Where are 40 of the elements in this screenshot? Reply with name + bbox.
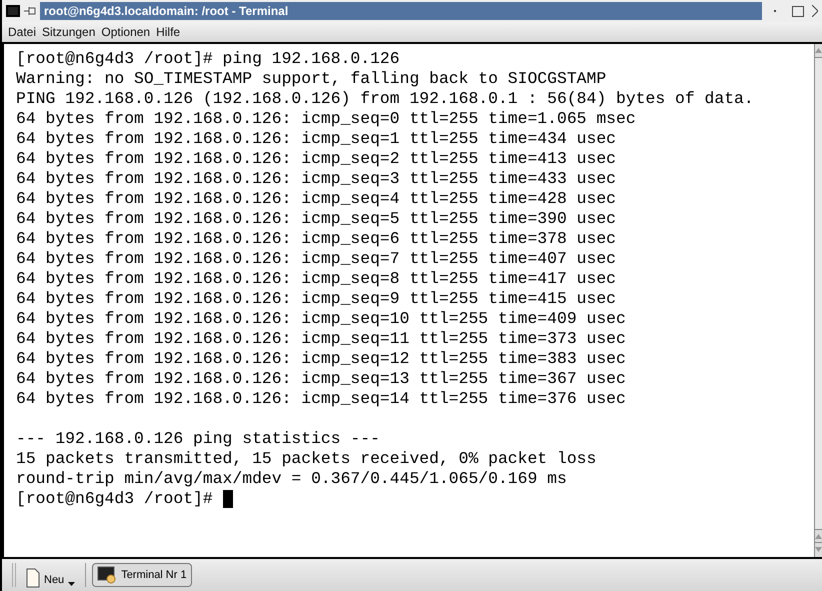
terminal-line: 64 bytes from 192.168.0.126: icmp_seq=14 ttl=255 time=376 usec <box>16 389 626 409</box>
dropdown-arrow-icon <box>68 582 76 586</box>
terminal-line: 64 bytes from 192.168.0.126: icmp_seq=5 ttl=255 time=390 usec <box>16 209 616 229</box>
menu-item[interactable]: Optionen <box>101 23 150 41</box>
terminal-line: round-trip min/avg/max/mdev = 0.367/0.445/1.065/0.169 ms <box>16 469 567 489</box>
pin-icon[interactable] <box>24 6 36 16</box>
terminal-line: 64 bytes from 192.168.0.126: icmp_seq=2 ttl=255 time=413 usec <box>16 149 616 169</box>
terminal-line: 64 bytes from 192.168.0.126: icmp_seq=8 ttl=255 time=417 usec <box>16 269 616 289</box>
terminal-line: 64 bytes from 192.168.0.126: icmp_seq=0 ttl=255 time=1.065 msec <box>16 109 636 129</box>
terminal-line: --- 192.168.0.126 ping statistics --- <box>16 429 380 449</box>
terminal-line: [root@n6g4d3 /root]# ping 192.168.0.126 <box>16 49 400 69</box>
scroll-up-arrow-icon[interactable] <box>815 48 822 53</box>
terminal-line: 64 bytes from 192.168.0.126: icmp_seq=12 ttl=255 time=383 usec <box>16 349 626 369</box>
close-button[interactable] <box>812 5 818 17</box>
new-session-button[interactable]: Neu <box>22 562 80 588</box>
scroll-up-arrow-icon[interactable] <box>815 534 822 539</box>
terminal-line: 15 packets transmitted, 15 packets received, 0% packet loss <box>16 449 596 469</box>
scroll-down-arrow-icon[interactable] <box>815 547 822 552</box>
terminal-line: 64 bytes from 192.168.0.126: icmp_seq=9 ttl=255 time=415 usec <box>16 289 616 309</box>
menu-item[interactable]: Hilfe <box>156 23 180 41</box>
document-icon <box>26 568 40 588</box>
menu-item[interactable]: Datei <box>8 23 36 41</box>
terminal-line: 64 bytes from 192.168.0.126: icmp_seq=10 ttl=255 time=409 usec <box>16 309 626 329</box>
terminal-line: 64 bytes from 192.168.0.126: icmp_seq=13 ttl=255 time=367 usec <box>16 369 626 389</box>
terminal-icon <box>97 566 118 584</box>
menu-item[interactable]: Sitzungen <box>42 23 96 41</box>
text-cursor <box>222 490 233 508</box>
session-tab[interactable]: Terminal Nr 1 <box>92 563 192 587</box>
terminal-line: 64 bytes from 192.168.0.126: icmp_seq=1 ttl=255 time=434 usec <box>16 129 616 149</box>
terminal-line: 64 bytes from 192.168.0.126: icmp_seq=7 ttl=255 time=407 usec <box>16 249 616 269</box>
terminal-line: 64 bytes from 192.168.0.126: icmp_seq=4 ttl=255 time=428 usec <box>16 189 616 209</box>
window-title: root@n6g4d3.localdomain: /root - Terminal <box>40 2 762 20</box>
terminal-line: Warning: no SO_TIMESTAMP support, falling back to SIOCGSTAMP <box>16 69 606 89</box>
terminal-line: [root@n6g4d3 /root]# <box>16 489 213 509</box>
terminal-line: 64 bytes from 192.168.0.126: icmp_seq=3 ttl=255 time=433 usec <box>16 169 616 189</box>
scrollbar[interactable] <box>814 44 822 557</box>
terminal-line: 64 bytes from 192.168.0.126: icmp_seq=11 ttl=255 time=373 usec <box>16 329 626 349</box>
terminal-line: 64 bytes from 192.168.0.126: icmp_seq=6 ttl=255 time=378 usec <box>16 229 616 249</box>
maximize-button[interactable] <box>792 6 804 16</box>
terminal-line: PING 192.168.0.126 (192.168.0.126) from 192.168.0.1 : 56(84) bytes of data. <box>16 89 754 109</box>
